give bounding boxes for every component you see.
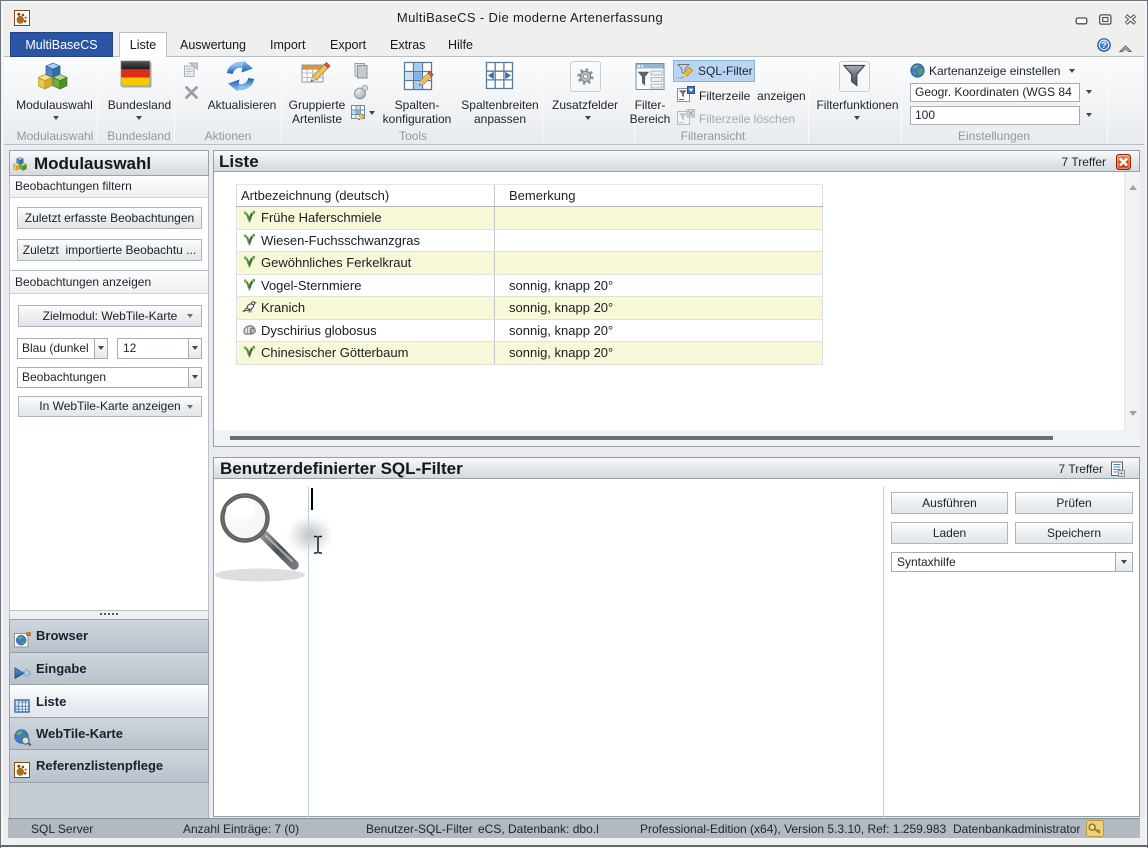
svg-text:?: ? [1101, 40, 1106, 50]
